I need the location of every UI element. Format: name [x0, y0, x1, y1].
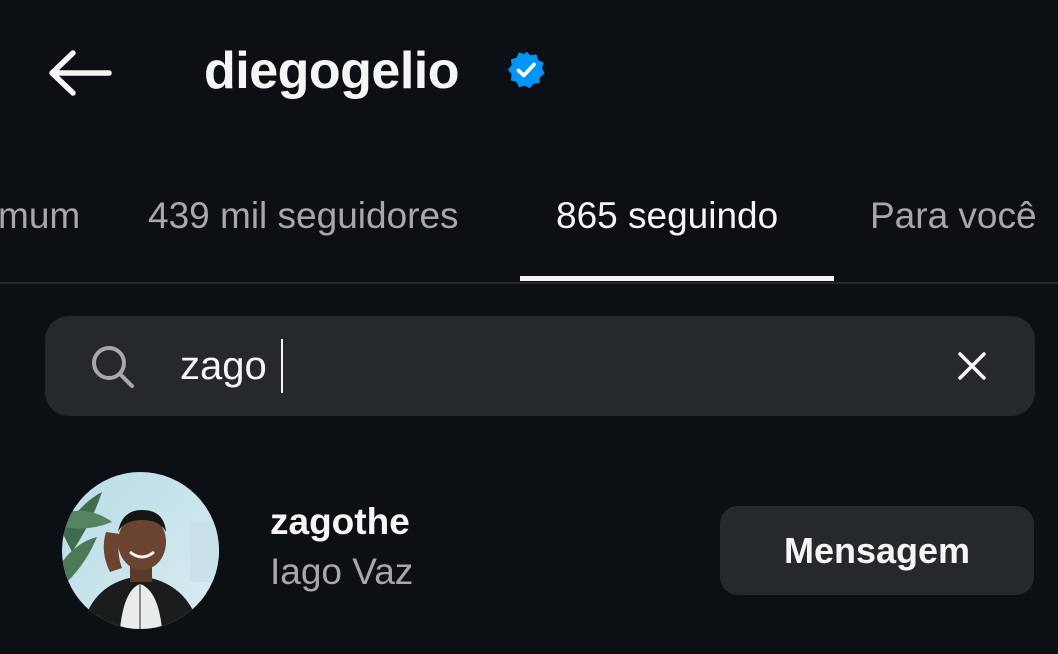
list-item[interactable]: zagothe Iago Vaz Mensagem: [0, 460, 1058, 640]
following-screen: diegogelio mum 439 mil seguidores 865 se…: [0, 0, 1058, 654]
clear-search-button[interactable]: [946, 340, 998, 392]
search-input[interactable]: [180, 336, 880, 396]
tab-followers[interactable]: 439 mil seguidores: [148, 192, 459, 240]
text-caret: [281, 339, 283, 393]
tab-following[interactable]: 865 seguindo: [556, 192, 778, 240]
active-tab-indicator: [520, 276, 834, 281]
result-full-name: Iago Vaz: [270, 551, 414, 592]
close-icon: [958, 352, 986, 380]
search-icon: [92, 346, 134, 388]
tab-mutual[interactable]: mum: [0, 192, 80, 240]
result-username[interactable]: zagothe: [270, 500, 410, 544]
avatar[interactable]: [62, 472, 219, 629]
verified-badge-icon: [507, 51, 545, 89]
follow-tabs: mum 439 mil seguidores 865 seguindo Para…: [0, 170, 1058, 282]
back-button[interactable]: [40, 40, 120, 106]
tab-for-you[interactable]: Para você: [870, 192, 1037, 240]
profile-username: diegogelio: [204, 42, 460, 100]
arrow-left-icon: [49, 50, 112, 96]
tabs-divider: [0, 282, 1058, 284]
avatar-image: [62, 472, 219, 629]
message-button[interactable]: Mensagem: [720, 506, 1034, 595]
